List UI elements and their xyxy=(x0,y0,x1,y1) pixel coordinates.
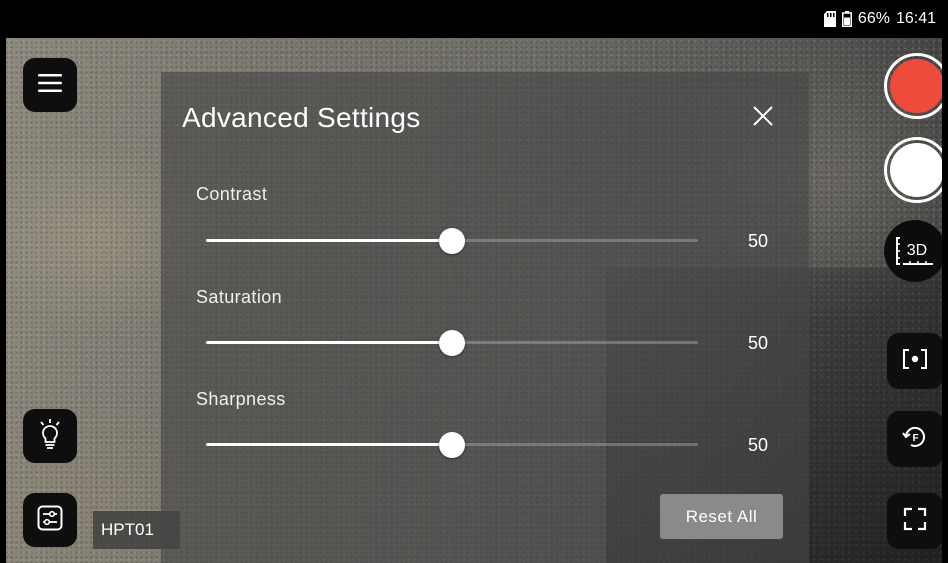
camera-app-screen: 66% 16:41 HPT01 Advanced Settings Contra… xyxy=(6,0,942,563)
3d-label: 3D xyxy=(907,242,927,259)
record-button[interactable] xyxy=(884,53,942,119)
battery-percent: 66% xyxy=(857,10,890,27)
sharpness-slider[interactable] xyxy=(206,432,698,458)
saturation-label: Saturation xyxy=(196,287,283,307)
svg-text:F: F xyxy=(912,433,918,444)
slider-fill xyxy=(206,443,452,446)
menu-button[interactable] xyxy=(23,58,77,112)
hamburger-menu-icon xyxy=(38,73,62,98)
panel-title: Advanced Settings xyxy=(182,102,421,133)
slider-fill xyxy=(206,341,452,344)
close-icon xyxy=(753,105,773,131)
sharpness-label: Sharpness xyxy=(196,389,286,409)
lightbulb-icon xyxy=(37,418,63,455)
slider-fill xyxy=(206,239,452,242)
capture-icon xyxy=(890,143,942,197)
slider-thumb[interactable] xyxy=(439,330,465,356)
advanced-settings-panel: Advanced Settings Contrast 50 Saturation… xyxy=(161,72,809,563)
contrast-label: Contrast xyxy=(196,184,268,204)
focus-target-icon xyxy=(902,348,928,375)
saturation-value: 50 xyxy=(748,333,769,353)
contrast-slider[interactable] xyxy=(206,228,698,254)
sharpness-value: 50 xyxy=(748,435,769,455)
reset-all-button[interactable]: Reset All xyxy=(660,494,783,539)
light-button[interactable] xyxy=(23,409,77,463)
slider-thumb[interactable] xyxy=(439,228,465,254)
sliders-settings-icon xyxy=(37,505,63,536)
status-indicators: 66% 16:41 xyxy=(823,10,936,28)
saturation-slider[interactable] xyxy=(206,330,698,356)
rotate-f-icon: F xyxy=(901,423,929,456)
image-settings-button[interactable] xyxy=(23,493,77,547)
close-button[interactable] xyxy=(749,104,777,132)
record-icon xyxy=(890,59,942,113)
rotate-button[interactable]: F xyxy=(887,411,942,467)
focus-button[interactable] xyxy=(887,333,942,389)
fullscreen-icon xyxy=(903,507,927,536)
clock: 16:41 xyxy=(895,10,936,27)
status-bar: 66% 16:41 xyxy=(6,0,942,38)
sd-card-icon xyxy=(823,11,836,27)
battery-icon xyxy=(841,11,852,27)
3d-measure-button[interactable]: 3D xyxy=(884,220,942,282)
capture-button[interactable] xyxy=(884,137,942,203)
slider-thumb[interactable] xyxy=(439,432,465,458)
contrast-value: 50 xyxy=(748,231,769,251)
fullscreen-button[interactable] xyxy=(887,493,942,549)
3d-measure-icon: 3D xyxy=(896,237,933,265)
